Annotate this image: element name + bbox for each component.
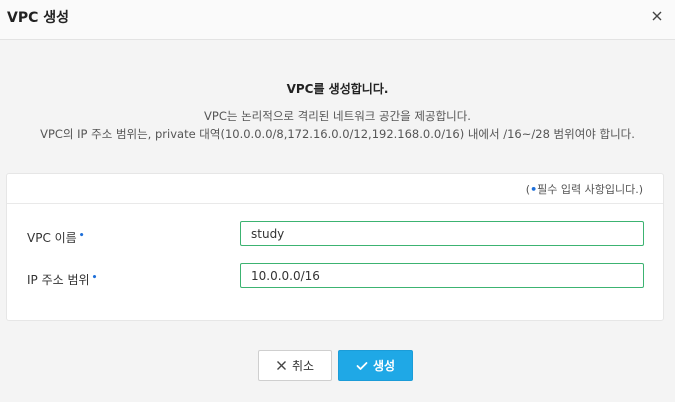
close-button[interactable] [649,8,665,24]
ip-range-input[interactable] [240,263,644,288]
required-note: (•필수 입력 사항입니다.) [526,181,643,197]
create-button[interactable]: 생성 [338,350,413,381]
intro-title: VPC를 생성합니다. [286,82,389,96]
required-note-text: 필수 입력 사항입니다.) [537,183,643,196]
ip-range-label-text: IP 주소 범위 [27,273,90,287]
cancel-button-label: 취소 [291,359,315,373]
intro-description-line-1: VPC는 논리적으로 격리된 네트워크 공간을 제공합니다. [204,109,471,123]
form-card: (•필수 입력 사항입니다.) VPC 이름• IP 주소 범위• [6,173,664,321]
cancel-button[interactable]: 취소 [258,350,332,381]
x-icon [276,361,286,370]
create-button-label: 생성 [372,359,396,373]
dialog-title: VPC 생성 [7,10,70,26]
dialog-header: VPC 생성 [0,0,675,40]
vpc-name-label-text: VPC 이름 [27,231,77,245]
vpc-name-input[interactable] [240,221,644,246]
close-icon [652,11,662,21]
required-dot-icon: • [91,273,98,283]
check-icon [356,361,368,370]
intro-description-line-2: VPC의 IP 주소 범위는, private 대역(10.0.0.0/8,17… [40,127,635,141]
card-divider [7,203,663,204]
ip-range-label: IP 주소 범위 • [27,271,97,288]
required-dot-icon: • [78,231,85,241]
vpc-name-label: VPC 이름 • [27,229,85,246]
